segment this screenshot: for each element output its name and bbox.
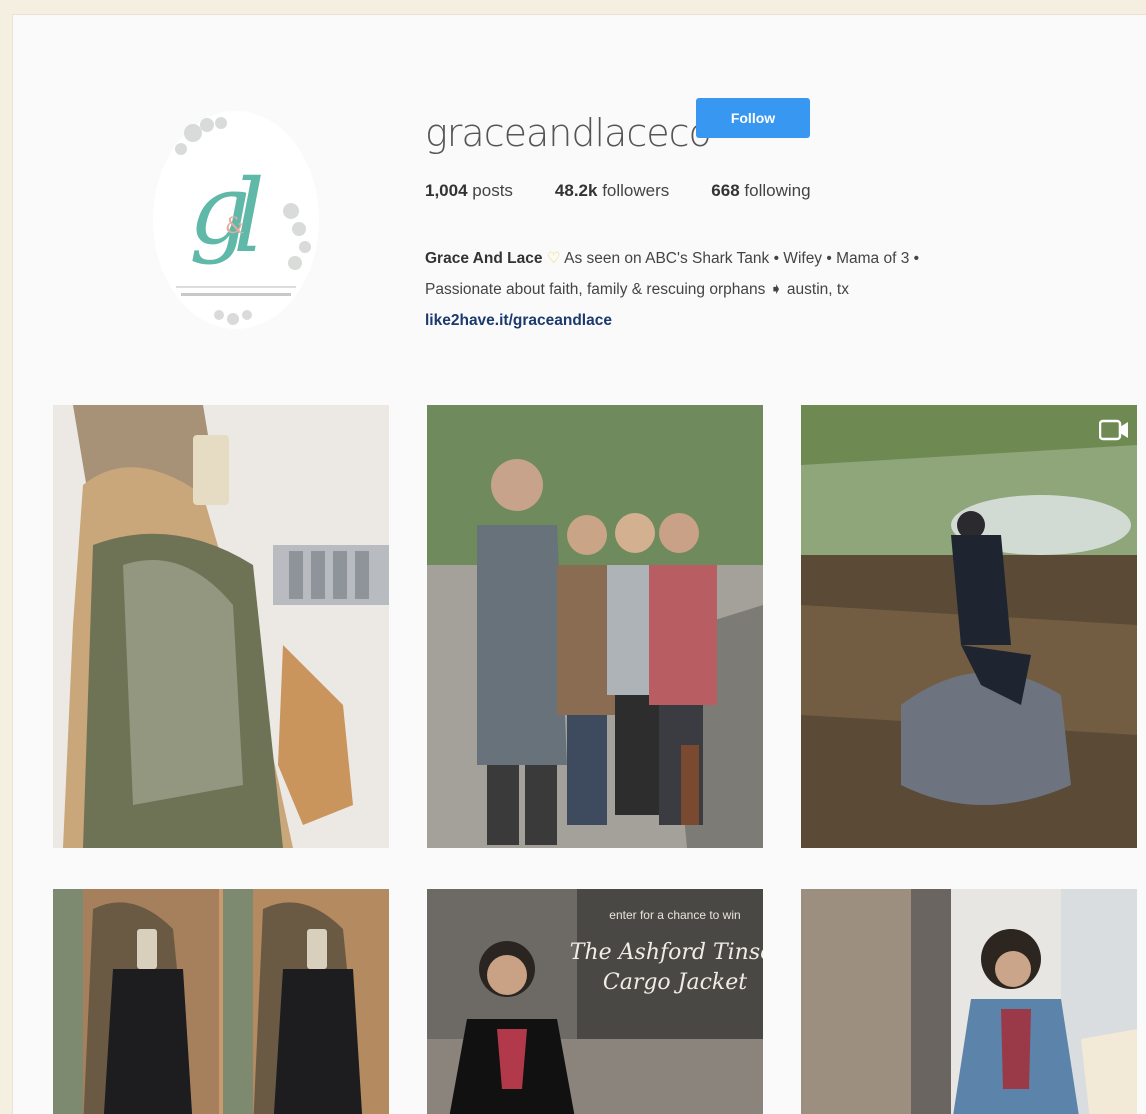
posts-label: posts [472, 181, 513, 200]
giveaway-title-2: Cargo Jacket [603, 970, 747, 995]
post-thumbnail-3[interactable] [801, 405, 1137, 848]
following-count: 668 [711, 181, 740, 200]
bio-link[interactable]: like2have.it/graceandlace [425, 312, 612, 329]
followers-label: followers [602, 181, 670, 200]
bio-text-2: Passionate about faith, family & rescuin… [425, 281, 849, 298]
posts-count: 1,004 [425, 181, 468, 200]
giveaway-caption: enter for a chance to win [609, 908, 740, 922]
svg-text:&: & [225, 214, 245, 239]
logo-icon: g l & [175, 117, 311, 325]
profile-avatar[interactable]: g l & [141, 93, 331, 343]
profile-stats: 1,004 posts 48.2k followers 668 followin… [425, 181, 811, 201]
profile-bio: Grace And Lace ♡ As seen on ABC's Shark … [425, 243, 1085, 336]
posts-stat: 1,004 posts [425, 181, 513, 201]
video-icon [1099, 419, 1128, 441]
post-image-1 [53, 405, 389, 848]
bio-line-1: Grace And Lace ♡ As seen on ABC's Shark … [425, 243, 1085, 274]
post-thumbnail-1[interactable] [53, 405, 389, 848]
post-thumbnail-5[interactable]: enter for a chance to win The Ashford Ti… [427, 889, 763, 1114]
following-stat[interactable]: 668 following [711, 181, 810, 201]
bio-name: Grace And Lace [425, 250, 543, 267]
post-thumbnail-4[interactable] [53, 889, 389, 1114]
bio-text-1: As seen on ABC's Shark Tank • Wifey • Ma… [564, 250, 920, 267]
giveaway-title: The Ashford Tinsel [570, 940, 763, 965]
profile-page: g l & graceandlaceco Follow 1,004 posts … [12, 14, 1146, 1114]
followers-stat[interactable]: 48.2k followers [555, 181, 669, 201]
followers-count: 48.2k [554, 181, 598, 200]
post-image-2 [427, 405, 763, 848]
follow-button[interactable]: Follow [696, 98, 810, 138]
post-image-5: enter for a chance to win The Ashford Ti… [427, 889, 763, 1114]
following-label: following [744, 181, 811, 200]
heart-icon: ♡ [546, 250, 561, 267]
post-thumbnail-2[interactable] [427, 405, 763, 848]
post-image-3 [801, 405, 1137, 848]
post-image-4 [53, 889, 389, 1114]
profile-username: graceandlaceco [425, 111, 712, 155]
post-image-6 [801, 889, 1137, 1114]
post-thumbnail-6[interactable] [801, 889, 1137, 1114]
